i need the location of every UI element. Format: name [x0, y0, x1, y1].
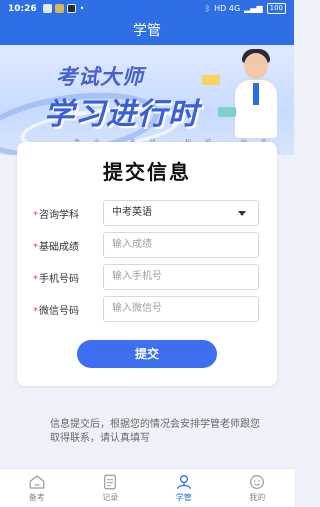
signal-icon: ▂▄▆ — [244, 4, 263, 13]
advisor-icon — [176, 474, 191, 490]
promo-banner: 考试大师 学习进行时 专 业 · 高 效 · 权 威 · 服 务 — [0, 45, 294, 155]
form-row-wechat: *微信号码 输入微信号 — [17, 296, 277, 322]
tab-label: 学管 — [175, 493, 192, 502]
subject-label: 咨询学科 — [39, 210, 79, 221]
subject-select[interactable]: 中考英语 — [103, 200, 259, 226]
score-label: 基础成绩 — [39, 242, 79, 253]
form-row-phone: *手机号码 输入手机号 — [17, 264, 277, 290]
bluetooth-icon: ᛒ — [205, 4, 211, 13]
tab-records[interactable]: 记录 — [74, 469, 148, 507]
profile-icon — [250, 475, 265, 489]
required-mark: * — [33, 306, 38, 317]
info-form-card: 提交信息 *咨询学科 中考英语 *基础成绩 输入成绩 *手机号码 输入手机号 *… — [17, 142, 277, 386]
wechat-label: 微信号码 — [39, 306, 79, 317]
battery-icon: 100 — [266, 3, 286, 14]
tab-advisor[interactable]: 学管 — [147, 469, 221, 507]
app-notification-icon — [54, 4, 64, 13]
status-right: ᛒ HD 4G ▂▄▆ 100 — [205, 3, 286, 14]
form-title: 提交信息 — [103, 160, 191, 184]
status-bar: 10:26 • ᛒ HD 4G ▂▄▆ 100 — [0, 0, 294, 17]
wechat-input[interactable]: 输入微信号 — [103, 296, 259, 322]
home-icon — [29, 475, 45, 489]
tab-prepare[interactable]: 备考 — [0, 469, 74, 507]
required-mark: * — [33, 242, 38, 253]
required-mark: * — [33, 274, 38, 285]
tab-label: 记录 — [102, 493, 119, 502]
dropdown-caret-icon — [238, 211, 246, 216]
submit-button[interactable]: 提交 — [77, 340, 217, 368]
book-icon — [202, 75, 220, 85]
document-icon — [104, 474, 117, 490]
book-icon — [218, 107, 236, 117]
tab-profile[interactable]: 我的 — [221, 469, 295, 507]
tiktok-icon — [66, 4, 76, 13]
teacher-illustration — [226, 49, 286, 145]
notification-dot: • — [79, 4, 85, 13]
phone-input[interactable]: 输入手机号 — [103, 264, 259, 290]
tab-label: 备考 — [28, 493, 45, 502]
banner-subtitle: 考试大师 — [56, 65, 144, 89]
form-row-subject: *咨询学科 中考英语 — [17, 200, 277, 226]
notification-icons — [42, 4, 76, 13]
bottom-tab-bar: 备考 记录 学管 我的 — [0, 468, 294, 507]
required-mark: * — [33, 210, 38, 221]
phone-label: 手机号码 — [39, 274, 79, 285]
submit-notice: 信息提交后，根据您的情况会安排学管老师跟您取得联系，请认真填写 — [50, 419, 260, 444]
tab-label: 我的 — [249, 493, 266, 502]
battery-level: 100 — [269, 4, 283, 12]
page-title: 学管 — [0, 17, 294, 45]
subject-value: 中考英语 — [112, 207, 152, 218]
status-time: 10:26 — [8, 3, 37, 14]
banner-headline: 学习进行时 — [44, 97, 199, 132]
app-notification-icon — [42, 4, 52, 13]
form-row-score: *基础成绩 输入成绩 — [17, 232, 277, 258]
score-input[interactable]: 输入成绩 — [103, 232, 259, 258]
network-label: HD 4G — [214, 4, 241, 13]
